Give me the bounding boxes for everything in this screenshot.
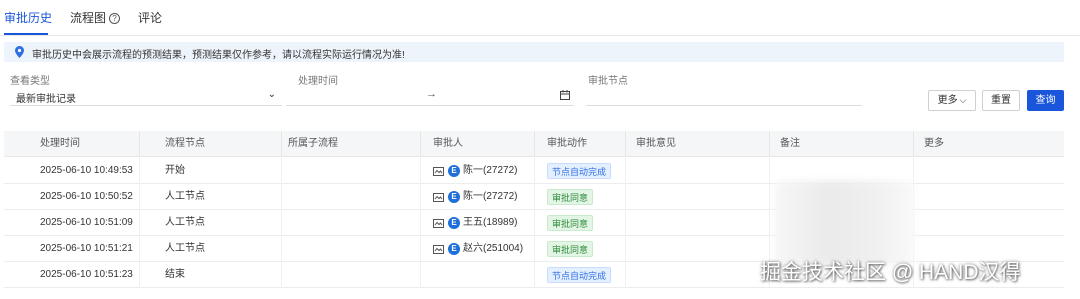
header-process-node: 流程节点: [140, 131, 282, 157]
cell-node: 结束: [140, 262, 282, 288]
time-range-picker[interactable]: →: [286, 86, 574, 106]
more-button[interactable]: 更多 ⌵: [928, 90, 976, 111]
status-badge: 节点自动完成: [547, 267, 612, 283]
tab-flowchart[interactable]: 流程图?: [70, 9, 121, 26]
header-opinion: 审批意见: [626, 131, 770, 157]
cell-opinion: [626, 184, 770, 210]
tab-flowchart-label: 流程图: [70, 11, 107, 25]
cell-node: 人工节点: [140, 210, 282, 236]
tab-bar: 审批历史 流程图? 评论: [0, 0, 1080, 36]
chevron-down-icon: ⌵: [959, 95, 967, 105]
view-type-value: 最新审批记录: [16, 94, 76, 105]
view-type-label: 查看类型: [10, 76, 50, 87]
banner-text: 审批历史中会展示流程的预测结果，预测结果仅作参考，请以流程实际运行情况为准!: [32, 50, 405, 61]
cell-opinion: [626, 210, 770, 236]
status-badge: 节点自动完成: [547, 163, 612, 179]
approver-name: 王五(18989): [463, 217, 518, 228]
header-more: 更多: [924, 138, 944, 149]
cell-node: 人工节点: [140, 236, 282, 262]
status-badge: 审批同意: [547, 241, 594, 257]
cell-more: [914, 210, 1064, 236]
tab-approval-history[interactable]: 审批历史: [4, 9, 52, 26]
avatar: E: [448, 165, 460, 177]
signature-image-icon[interactable]: [433, 244, 444, 254]
cell-approver: E 王五(18989): [421, 210, 535, 236]
cell-action: 审批同意: [535, 184, 626, 210]
cell-action: 审批同意: [535, 236, 626, 262]
avatar: E: [448, 191, 460, 203]
cell-more: [914, 158, 1064, 184]
approver-name: 陈一(27272): [463, 191, 518, 202]
approver-name: 陈一(27272): [463, 165, 518, 176]
chevron-down-icon: ⌄: [267, 89, 276, 100]
cell-time: 2025-06-10 10:50:52: [4, 184, 140, 210]
cell-approver: E 赵六(251004): [421, 236, 535, 262]
query-button[interactable]: 查询: [1027, 90, 1064, 111]
more-button-label: 更多: [937, 95, 958, 106]
avatar: E: [448, 217, 460, 229]
cell-subprocess: [282, 210, 421, 236]
cell-time: 2025-06-10 10:51:21: [4, 236, 140, 262]
cell-action: 节点自动完成: [535, 262, 626, 288]
cell-time: 2025-06-10 10:51:09: [4, 210, 140, 236]
cell-subprocess: [282, 262, 421, 288]
active-tab-indicator: [4, 33, 48, 35]
cell-action: 节点自动完成: [535, 158, 626, 184]
cell-subprocess: [282, 184, 421, 210]
cell-subprocess: [282, 158, 421, 184]
status-badge: 审批同意: [547, 215, 594, 231]
redacted-remarks: [774, 181, 914, 265]
node-input[interactable]: [586, 86, 862, 106]
time-label: 处理时间: [298, 76, 338, 87]
signature-image-icon[interactable]: [433, 166, 444, 176]
header-action: 审批动作: [535, 131, 626, 157]
signature-image-icon[interactable]: [433, 192, 444, 202]
table-header: 处理时间 流程节点 所属子流程 审批人 审批动作 审批意见 备注 更多: [4, 131, 1064, 157]
approver-name: 赵六(251004): [463, 243, 524, 254]
cell-approver: E 陈一(27272): [421, 184, 535, 210]
header-process-time: 处理时间: [4, 131, 140, 157]
cell-more: [914, 184, 1064, 210]
cell-time: 2025-06-10 10:49:53: [4, 158, 140, 184]
cell-opinion: [626, 158, 770, 184]
avatar: E: [448, 243, 460, 255]
cell-node: 人工节点: [140, 184, 282, 210]
calendar-icon[interactable]: [560, 90, 570, 100]
header-approver: 审批人: [421, 131, 535, 157]
cell-node: 开始: [140, 158, 282, 184]
location-pin-icon: [15, 46, 24, 58]
header-remark: 备注: [770, 131, 914, 157]
header-subprocess: 所属子流程: [282, 131, 421, 157]
reset-button[interactable]: 重置: [982, 90, 1020, 111]
cell-approver: E 陈一(27272): [421, 158, 535, 184]
cell-action: 审批同意: [535, 210, 626, 236]
signature-image-icon[interactable]: [433, 218, 444, 228]
view-type-select[interactable]: 最新审批记录 ⌄: [10, 86, 282, 106]
cell-opinion: [626, 262, 770, 288]
cell-opinion: [626, 236, 770, 262]
cell-approver: [421, 262, 535, 288]
watermark: 掘金技术社区 @ HAND汉得: [760, 261, 1021, 284]
cell-time: 2025-06-10 10:51:23: [4, 262, 140, 288]
range-arrow: →: [426, 88, 437, 100]
tab-comments[interactable]: 评论: [138, 9, 162, 26]
info-banner: 审批历史中会展示流程的预测结果，预测结果仅作参考，请以流程实际运行情况为准!: [4, 42, 1064, 62]
cell-subprocess: [282, 236, 421, 262]
status-badge: 审批同意: [547, 189, 594, 205]
node-label: 审批节点: [588, 76, 628, 87]
help-icon[interactable]: ?: [109, 13, 121, 24]
